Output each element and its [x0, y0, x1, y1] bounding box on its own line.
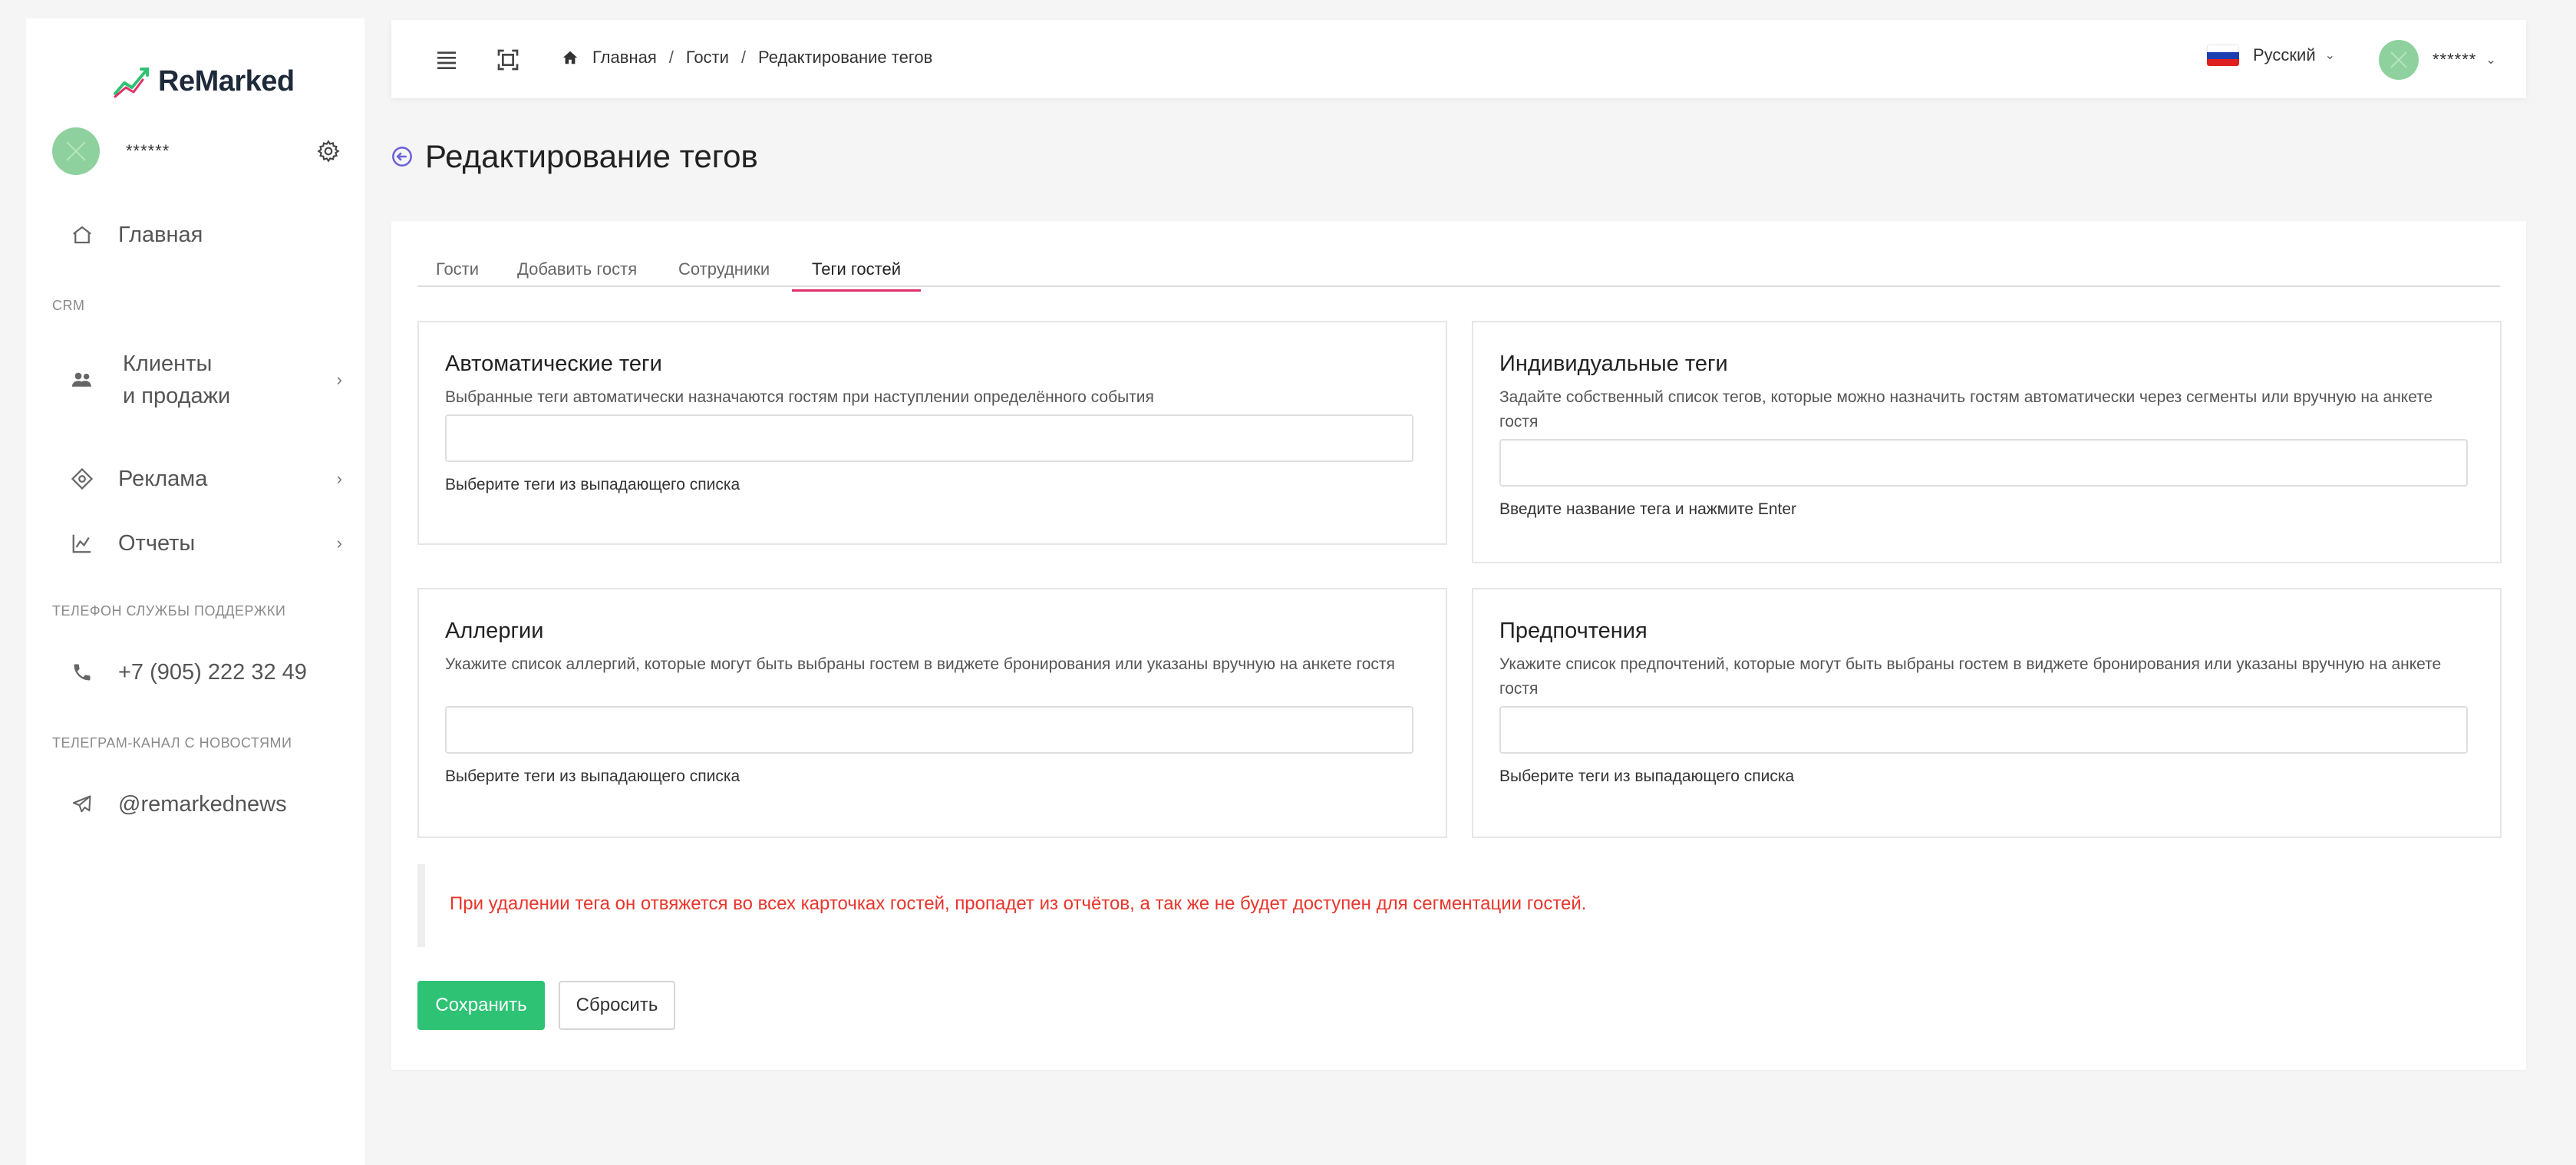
avatar[interactable]	[52, 127, 100, 175]
panel-preferences: Предпочтения Укажите список предпочтений…	[1472, 588, 2502, 838]
user-menu[interactable]: ****** ⌄	[2379, 40, 2496, 80]
telegram-icon	[69, 791, 95, 817]
logo-text: ReMarked	[158, 64, 295, 97]
language-label: Русский	[2253, 45, 2316, 64]
sidebar-item-label: Клиенты	[123, 351, 213, 376]
sidebar-user-name: ******	[126, 141, 170, 160]
russia-flag-icon	[2207, 45, 2239, 66]
tags-card: Гости Добавить гостя Сотрудники Теги гос…	[391, 221, 2526, 1070]
language-selector[interactable]: Русский ⌄	[2207, 45, 2335, 66]
sidebar-item-label: Главная	[118, 222, 203, 247]
panel-hint: Введите название тега и нажмите Enter	[1499, 500, 1797, 518]
preferences-input[interactable]	[1499, 706, 2468, 754]
breadcrumb-separator: /	[740, 48, 747, 67]
telegram-channel: @remarkednews	[118, 791, 287, 817]
sidebar-item-label: Отчеты	[118, 530, 196, 556]
allergies-input[interactable]	[445, 706, 1413, 754]
panel-title: Автоматические теги	[445, 351, 662, 376]
menu-icon[interactable]	[434, 48, 459, 72]
sidebar-user: ******	[52, 126, 341, 177]
tabs-bar: Гости Добавить гостя Сотрудники Теги гос…	[417, 259, 2500, 292]
chevron-right-icon: ›	[336, 370, 342, 389]
page-title-row: Редактирование тегов	[391, 138, 758, 175]
tab-guests[interactable]: Гости	[436, 259, 479, 289]
warning-notice: При удалении тега он отвяжется во всех к…	[417, 864, 2500, 947]
home-icon[interactable]	[562, 49, 579, 66]
telegram-channel-link[interactable]: @remarkednews	[69, 789, 353, 820]
sidebar-item-clients[interactable]: Клиенты и продажи ›	[69, 347, 353, 413]
panel-hint: Выберите теги из выпадающего списка	[445, 476, 740, 493]
avatar	[2379, 40, 2419, 80]
back-arrow-icon[interactable]	[391, 146, 413, 167]
users-icon	[69, 367, 95, 393]
section-label-telegram: ТЕЛЕГРАМ-КАНАЛ С НОВОСТЯМИ	[52, 735, 292, 751]
support-phone: +7 (905) 222 32 49	[118, 659, 307, 685]
section-label-crm: CRM	[52, 298, 85, 313]
header-user-name: ******	[2433, 50, 2477, 69]
panel-description: Укажите список аллергий, которые могут б…	[445, 655, 1395, 673]
sidebar-item-home[interactable]: Главная	[69, 219, 353, 250]
reset-button[interactable]: Сбросить	[559, 981, 675, 1030]
fullscreen-icon[interactable]	[496, 48, 520, 72]
warning-text: При удалении тега он отвяжется во всех к…	[450, 893, 1587, 914]
panel-allergies: Аллергии Укажите список аллергий, которы…	[417, 588, 1447, 838]
panel-title: Предпочтения	[1499, 619, 1648, 643]
individual-tags-input[interactable]	[1499, 439, 2468, 487]
section-label-support: ТЕЛЕФОН СЛУЖБЫ ПОДДЕРЖКИ	[52, 603, 286, 619]
chart-icon	[69, 530, 95, 556]
tab-add-guest[interactable]: Добавить гостя	[517, 259, 637, 289]
chevron-right-icon: ›	[336, 469, 342, 488]
auto-tags-input[interactable]	[445, 414, 1413, 462]
tab-guest-tags[interactable]: Теги гостей	[792, 259, 921, 292]
sidebar-item-reports[interactable]: Отчеты ›	[69, 528, 353, 559]
breadcrumb-item[interactable]: Главная	[592, 48, 657, 68]
breadcrumb: Главная / Гости / Редактирование тегов	[562, 48, 932, 68]
panel-description: Укажите список предпочтений, которые мог…	[1499, 655, 2442, 698]
chevron-down-icon: ⌄	[2485, 54, 2496, 67]
sidebar-item-label: Реклама	[118, 466, 208, 491]
panel-description: Выбранные теги автоматически назначаются…	[445, 388, 1154, 406]
phone-icon	[69, 659, 95, 685]
sidebar: ReMarked ****** Главная CRM Клиенты и пр…	[26, 18, 364, 1165]
panel-description: Задайте собственный список тегов, которы…	[1499, 388, 2433, 431]
tab-staff[interactable]: Сотрудники	[678, 259, 770, 289]
logo[interactable]: ReMarked	[112, 60, 295, 103]
sidebar-item-label: и продажи	[123, 384, 231, 408]
top-header: Главная / Гости / Редактирование тегов Р…	[391, 20, 2526, 98]
panel-individual-tags: Индивидуальные теги Задайте собственный …	[1472, 321, 2502, 563]
page-title: Редактирование тегов	[425, 138, 758, 174]
panel-auto-tags: Автоматические теги Выбранные теги автом…	[417, 321, 1447, 545]
panel-hint: Выберите теги из выпадающего списка	[1499, 767, 1795, 785]
gear-icon[interactable]	[316, 139, 341, 163]
panel-hint: Выберите теги из выпадающего списка	[445, 767, 740, 785]
sidebar-item-ads[interactable]: Реклама ›	[69, 464, 353, 494]
breadcrumb-item[interactable]: Гости	[686, 48, 729, 68]
chevron-down-icon: ⌄	[2324, 49, 2336, 62]
breadcrumb-separator: /	[668, 48, 674, 67]
chevron-right-icon: ›	[336, 533, 342, 553]
support-phone-link[interactable]: +7 (905) 222 32 49	[69, 657, 353, 688]
ads-icon	[69, 466, 95, 492]
save-button[interactable]: Сохранить	[417, 981, 545, 1030]
breadcrumb-current: Редактирование тегов	[758, 48, 933, 67]
panel-title: Аллергии	[445, 619, 544, 643]
home-icon	[69, 222, 95, 248]
logo-icon	[114, 68, 149, 98]
panel-title: Индивидуальные теги	[1499, 351, 1728, 376]
